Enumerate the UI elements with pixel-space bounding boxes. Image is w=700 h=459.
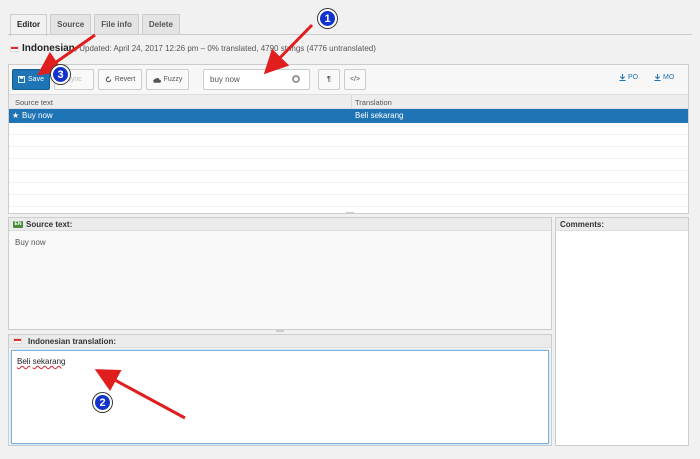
table-row[interactable]: ★ Buy now Beli sekarang [9, 109, 688, 123]
source-panel-title: Source text: [26, 219, 73, 229]
save-label: Save [28, 76, 44, 83]
indonesia-flag-icon [10, 45, 19, 52]
step-3-marker: 3 [51, 65, 70, 84]
empty-row [9, 147, 688, 159]
save-button[interactable]: Save [12, 69, 50, 90]
download-icon [654, 74, 661, 81]
en-flag-icon: EN [13, 220, 23, 228]
po-label: PO [628, 74, 639, 81]
translation-panel-header: Indonesian translation: [9, 335, 551, 348]
tab-bar: Editor Source File info Delete [10, 14, 180, 36]
empty-row [9, 195, 688, 207]
empty-row [9, 135, 688, 147]
pilcrow-button[interactable]: ¶ [318, 69, 340, 90]
download-po-button[interactable]: PO [619, 74, 638, 81]
row-source: Buy now [22, 111, 53, 120]
translation-text: Beli sekarang [12, 351, 548, 372]
translation-word: sekarang [32, 357, 66, 366]
translation-panel-title: Indonesian translation: [28, 336, 117, 346]
tab-source[interactable]: Source [50, 14, 92, 35]
language-name: Indonesian [22, 43, 75, 54]
source-text-panel: EN Source text: Buy now [8, 217, 552, 330]
translation-textarea[interactable]: Beli sekarang [11, 350, 549, 444]
column-source-text[interactable]: Source text [15, 98, 53, 107]
revert-button[interactable]: Revert [98, 69, 142, 90]
panel-resize-handle[interactable] [276, 330, 284, 332]
floppy-disk-icon [18, 76, 26, 83]
translation-panel: Indonesian translation: Beli sekarang [8, 334, 552, 446]
file-status-text: , Updated: April 24, 2017 12:26 pm – 0% … [74, 44, 376, 53]
empty-row [9, 183, 688, 195]
step-1-marker: 1 [318, 9, 337, 28]
empty-row [9, 159, 688, 171]
comments-panel: Comments: [555, 217, 689, 446]
source-panel-header: EN Source text: [9, 218, 551, 231]
empty-row [9, 171, 688, 183]
strings-panel: Save Sync Revert Fuzzy ¶ </> [8, 64, 689, 214]
pilcrow-icon: ¶ [327, 76, 331, 83]
empty-row [9, 123, 688, 135]
star-icon: ★ [12, 111, 20, 120]
cloud-icon [152, 77, 161, 83]
grid-header: Source text Translation [9, 95, 688, 109]
mo-label: MO [663, 74, 675, 81]
download-icon [619, 74, 626, 81]
clear-search-icon[interactable] [292, 75, 300, 83]
download-mo-button[interactable]: MO [654, 74, 674, 81]
tab-editor[interactable]: Editor [10, 14, 48, 36]
comments-area[interactable] [556, 231, 688, 445]
comments-panel-header: Comments: [556, 218, 688, 231]
column-translation[interactable]: Translation [355, 98, 392, 107]
revert-icon [105, 76, 111, 83]
fuzzy-button[interactable]: Fuzzy [146, 69, 189, 90]
tab-file-info[interactable]: File info [94, 14, 139, 35]
editor-toolbar: Save Sync Revert Fuzzy ¶ </> [9, 65, 688, 95]
code-icon: </> [349, 76, 361, 83]
comments-panel-title: Comments: [560, 219, 605, 229]
grid-resize-handle[interactable] [346, 212, 354, 214]
revert-label: Revert [114, 76, 136, 83]
row-translation: Beli sekarang [355, 111, 404, 120]
file-info-bar: Indonesian, Updated: April 24, 2017 12:2… [10, 43, 376, 54]
code-view-button[interactable]: </> [344, 69, 366, 90]
fuzzy-label: Fuzzy [163, 76, 183, 83]
tab-delete[interactable]: Delete [141, 14, 180, 35]
step-2-marker: 2 [93, 393, 112, 412]
tabs-divider [8, 34, 692, 35]
column-divider [351, 95, 352, 109]
indonesia-flag-icon [13, 338, 22, 344]
translation-word: Beli [17, 357, 31, 366]
source-text-value: Buy now [15, 238, 46, 247]
editor-page: Editor Source File info Delete Indonesia… [0, 0, 700, 459]
